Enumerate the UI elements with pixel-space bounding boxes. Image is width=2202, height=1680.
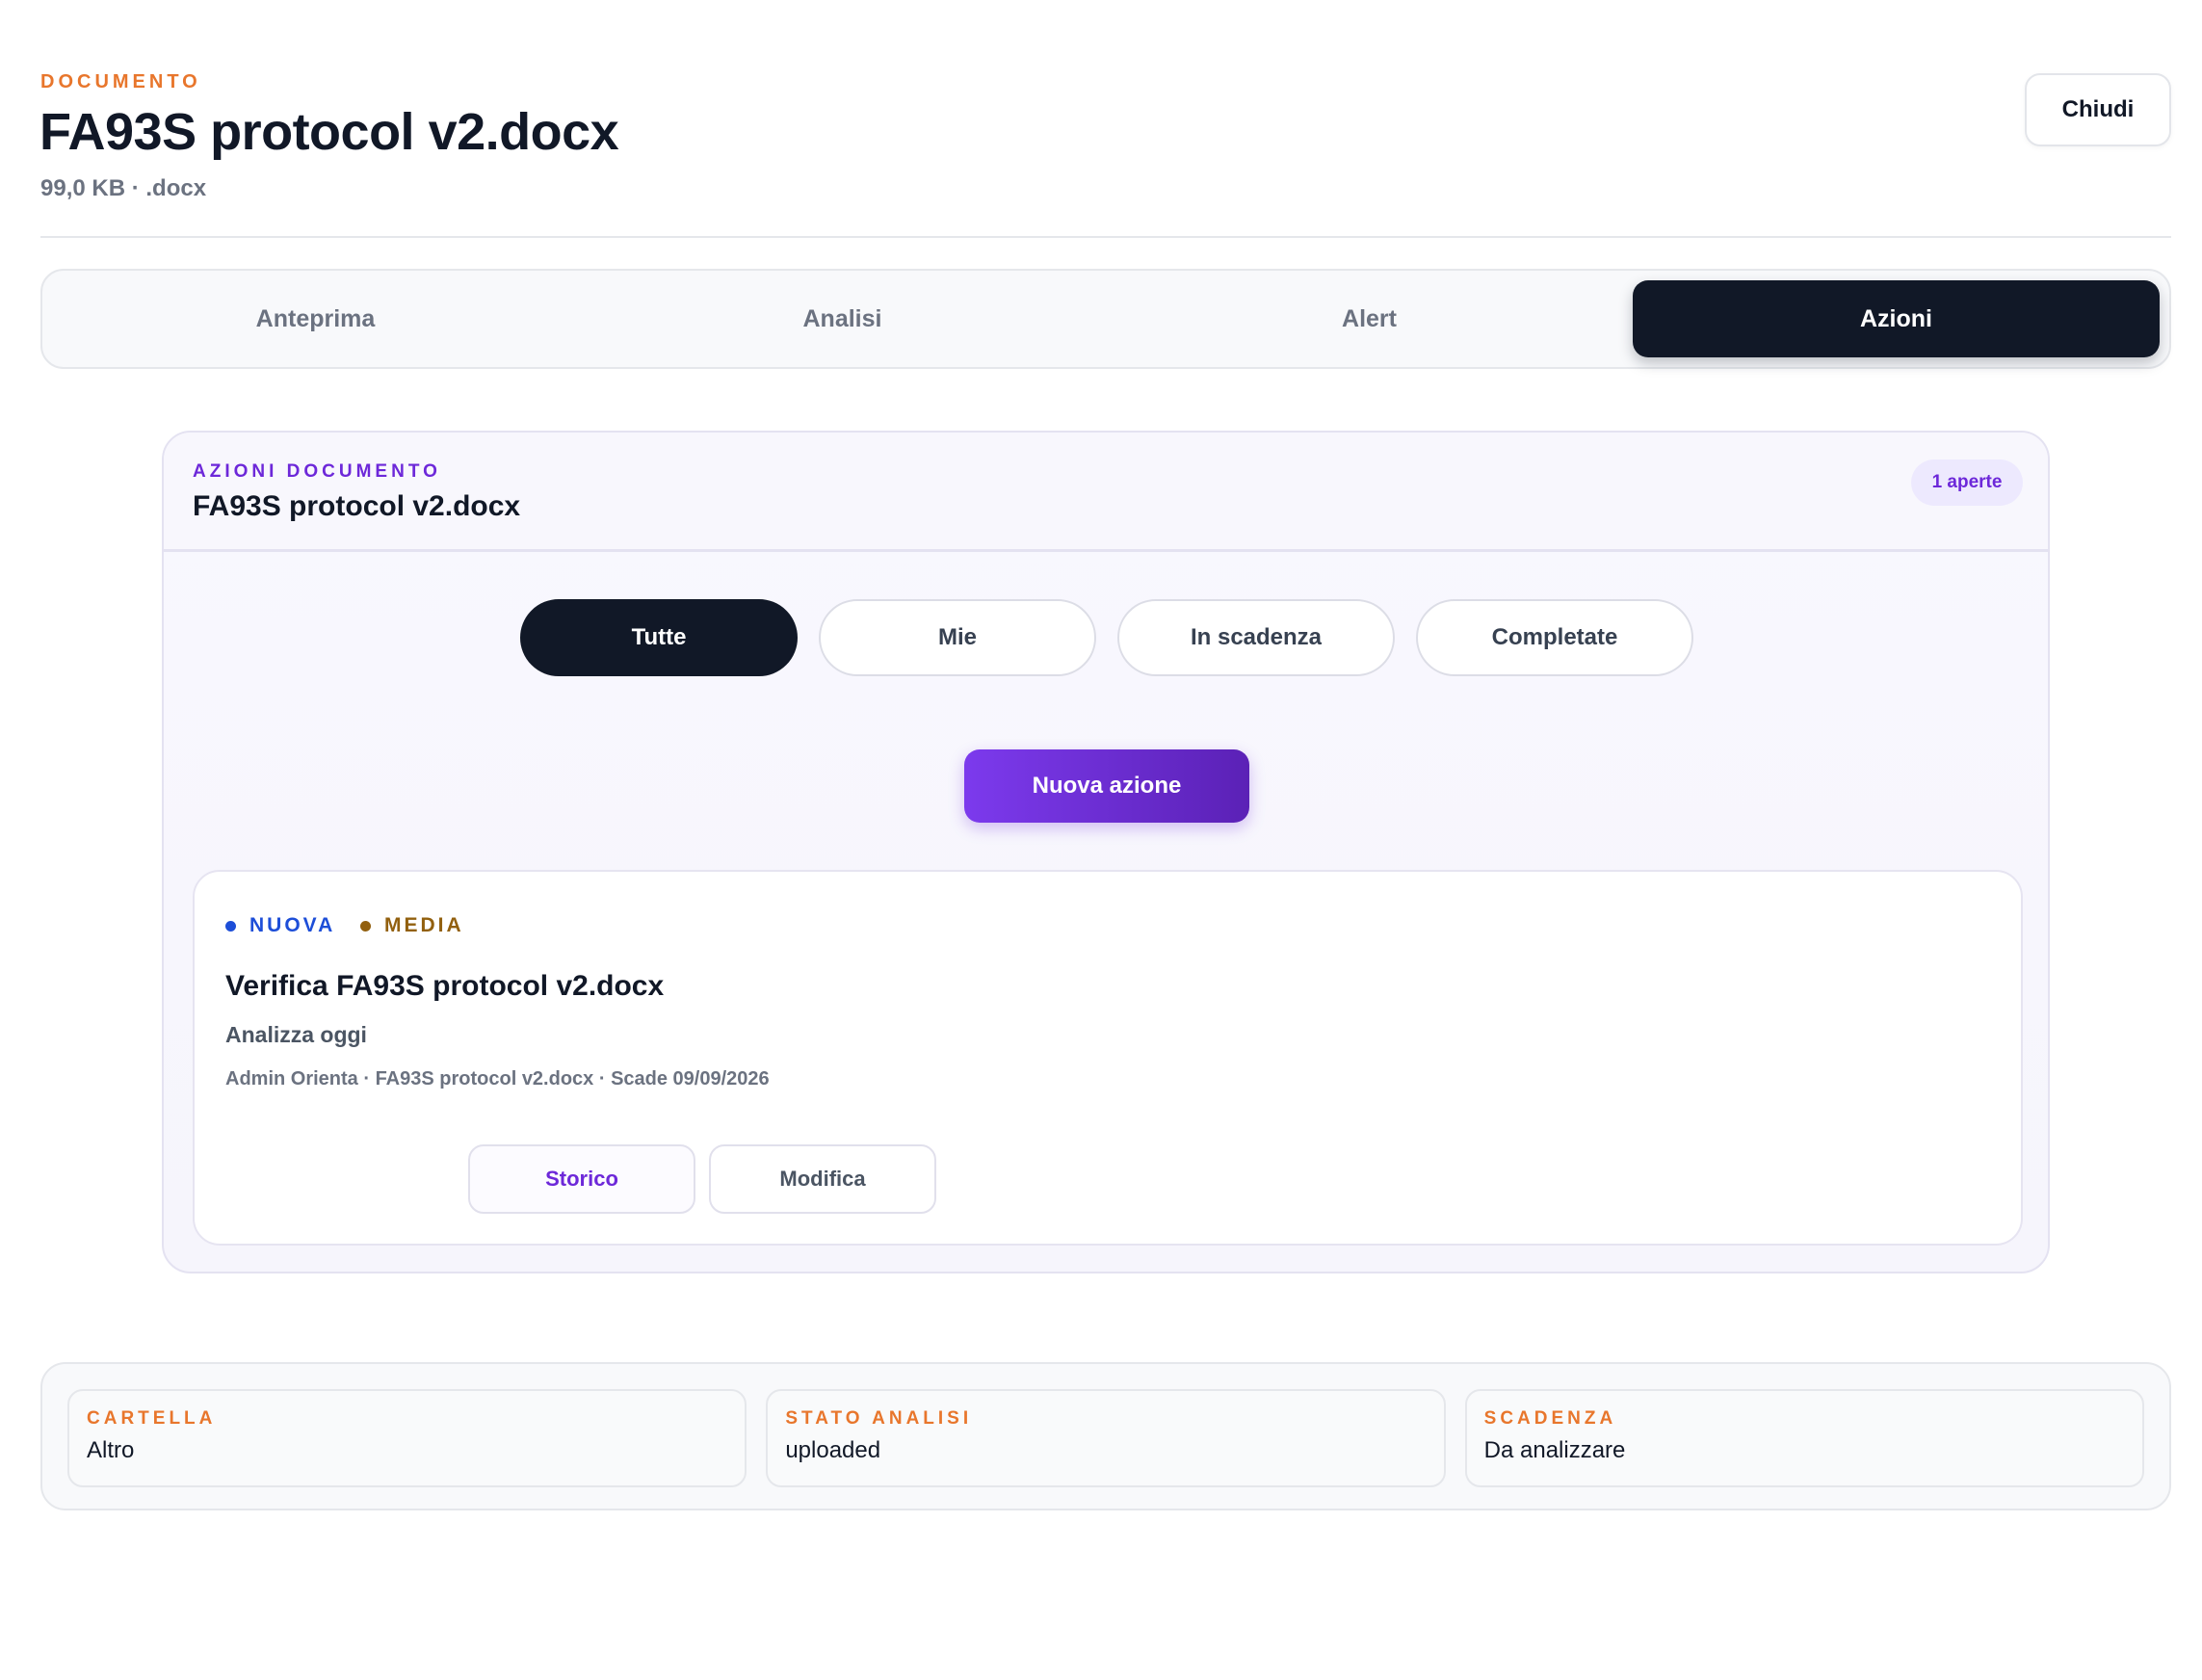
document-info-strip: CARTELLA Altro STATO ANALISI uploaded SC… — [40, 1362, 2171, 1510]
action-description: Analizza oggi — [225, 1022, 367, 1047]
edit-button[interactable]: Modifica — [709, 1144, 936, 1214]
info-label: CARTELLA — [87, 1408, 217, 1429]
priority-dot-icon — [360, 920, 371, 932]
info-value: Da analizzare — [1483, 1437, 1626, 1463]
filter-completate[interactable]: Completate — [1416, 599, 1693, 676]
history-button[interactable]: Storico — [468, 1144, 695, 1214]
info-card-scadenza: SCADENZA Da analizzare — [1464, 1389, 2144, 1487]
action-meta: Admin Orienta · FA93S protocol v2.docx ·… — [225, 1068, 770, 1089]
header-divider — [40, 236, 2171, 238]
info-value: uploaded — [785, 1437, 881, 1463]
close-button[interactable]: Chiudi — [2025, 73, 2171, 146]
actions-title: FA93S protocol v2.docx — [193, 490, 521, 522]
status-label: NUOVA — [249, 914, 336, 936]
action-card: NUOVA MEDIA Verifica FA93S protocol v2.d… — [193, 870, 2023, 1246]
document-meta: 99,0 KB · .docx — [40, 175, 207, 201]
actions-panel: AZIONI DOCUMENTO FA93S protocol v2.docx … — [162, 431, 2050, 1273]
status-tag: NUOVA — [225, 914, 335, 937]
actions-eyebrow: AZIONI DOCUMENTO — [193, 461, 441, 482]
filter-mie[interactable]: Mie — [819, 599, 1096, 676]
action-title: Verifica FA93S protocol v2.docx — [225, 970, 665, 1002]
tab-anteprima[interactable]: Anteprima — [52, 280, 579, 357]
priority-label: MEDIA — [384, 914, 464, 936]
page-title: FA93S protocol v2.docx — [39, 103, 619, 161]
info-value: Altro — [87, 1437, 135, 1463]
info-card-stato-analisi: STATO ANALISI uploaded — [766, 1389, 1446, 1487]
tab-alert[interactable]: Alert — [1106, 280, 1633, 357]
info-label: SCADENZA — [1483, 1408, 1617, 1429]
info-label: STATO ANALISI — [785, 1408, 973, 1429]
tab-azioni[interactable]: Azioni — [1633, 280, 2160, 357]
tab-analisi[interactable]: Analisi — [579, 280, 1106, 357]
document-eyebrow: DOCUMENTO — [40, 71, 201, 92]
open-count-badge: 1 aperte — [1911, 459, 2023, 506]
tab-bar: Anteprima Analisi Alert Azioni — [40, 269, 2171, 369]
filter-in-scadenza[interactable]: In scadenza — [1117, 599, 1395, 676]
filter-tutte[interactable]: Tutte — [520, 599, 798, 676]
info-card-cartella: CARTELLA Altro — [67, 1389, 747, 1487]
status-dot-icon — [225, 920, 236, 932]
new-action-button[interactable]: Nuova azione — [964, 749, 1249, 823]
actions-panel-header: AZIONI DOCUMENTO FA93S protocol v2.docx … — [164, 433, 2048, 552]
priority-tag: MEDIA — [360, 914, 464, 937]
